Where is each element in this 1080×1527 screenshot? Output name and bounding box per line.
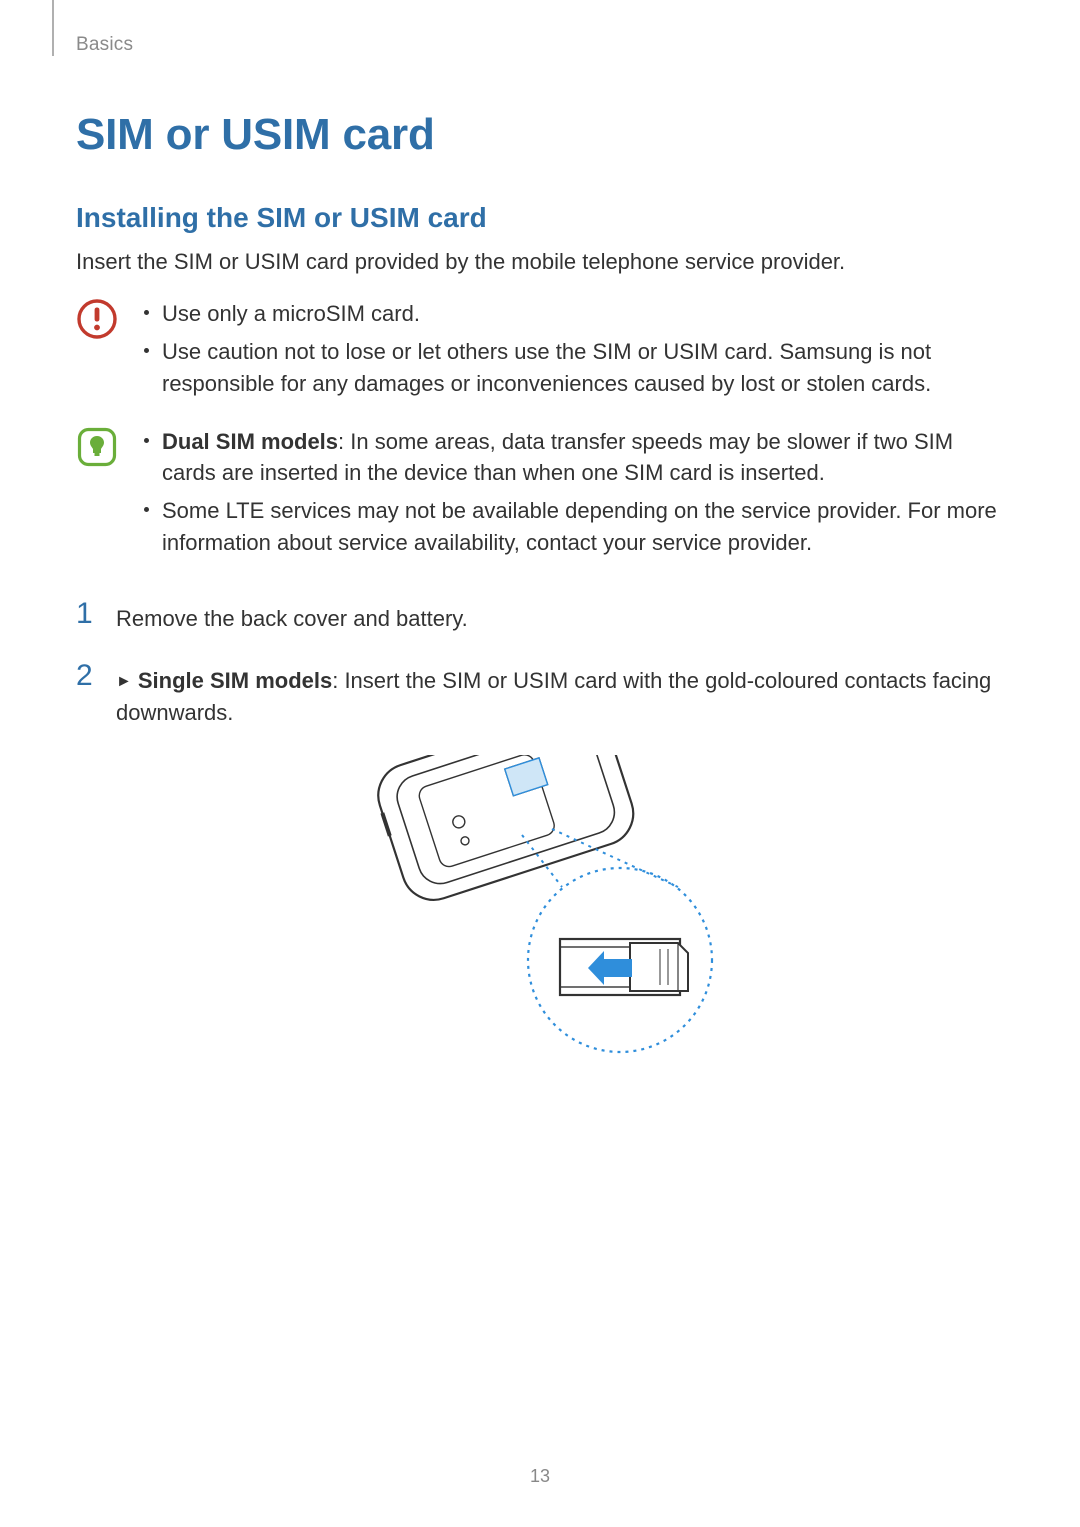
step-body: ►Single SIM models: Insert the SIM or US… [116, 661, 1004, 729]
page-title: SIM or USIM card [76, 110, 1004, 160]
step-body: Remove the back cover and battery. [116, 599, 1004, 635]
page-number: 13 [0, 1466, 1080, 1487]
step-bold: Single SIM models [138, 668, 332, 693]
step-number: 1 [76, 599, 116, 629]
steps-list: 1 Remove the back cover and battery. 2 ►… [76, 599, 1004, 729]
note-icon [76, 424, 132, 468]
caution-item: Use caution not to lose or let others us… [140, 336, 1004, 400]
note-item-text: Some LTE services may not be available d… [162, 498, 997, 555]
caution-item: Use only a microSIM card. [140, 298, 1004, 330]
step-number: 2 [76, 661, 116, 691]
caution-item-text: Use only a microSIM card. [162, 301, 420, 326]
note-item: Some LTE services may not be available d… [140, 495, 1004, 559]
triangle-icon: ► [116, 670, 132, 693]
sim-install-illustration [76, 755, 1004, 1075]
breadcrumb: Basics [76, 34, 133, 56]
step-text: Remove the back cover and battery. [116, 606, 468, 631]
step-item: 1 Remove the back cover and battery. [76, 599, 1004, 635]
intro-paragraph: Insert the SIM or USIM card provided by … [76, 246, 1004, 278]
section-subtitle: Installing the SIM or USIM card [76, 202, 1004, 234]
note-item-bold: Dual SIM models [162, 429, 338, 454]
caution-callout: Use only a microSIM card. Use caution no… [76, 296, 1004, 406]
caution-item-text: Use caution not to lose or let others us… [162, 339, 931, 396]
caution-icon [76, 296, 132, 340]
note-callout: Dual SIM models: In some areas, data tra… [76, 424, 1004, 566]
step-item: 2 ►Single SIM models: Insert the SIM or … [76, 661, 1004, 729]
note-item: Dual SIM models: In some areas, data tra… [140, 426, 1004, 490]
header-rule [52, 0, 54, 56]
